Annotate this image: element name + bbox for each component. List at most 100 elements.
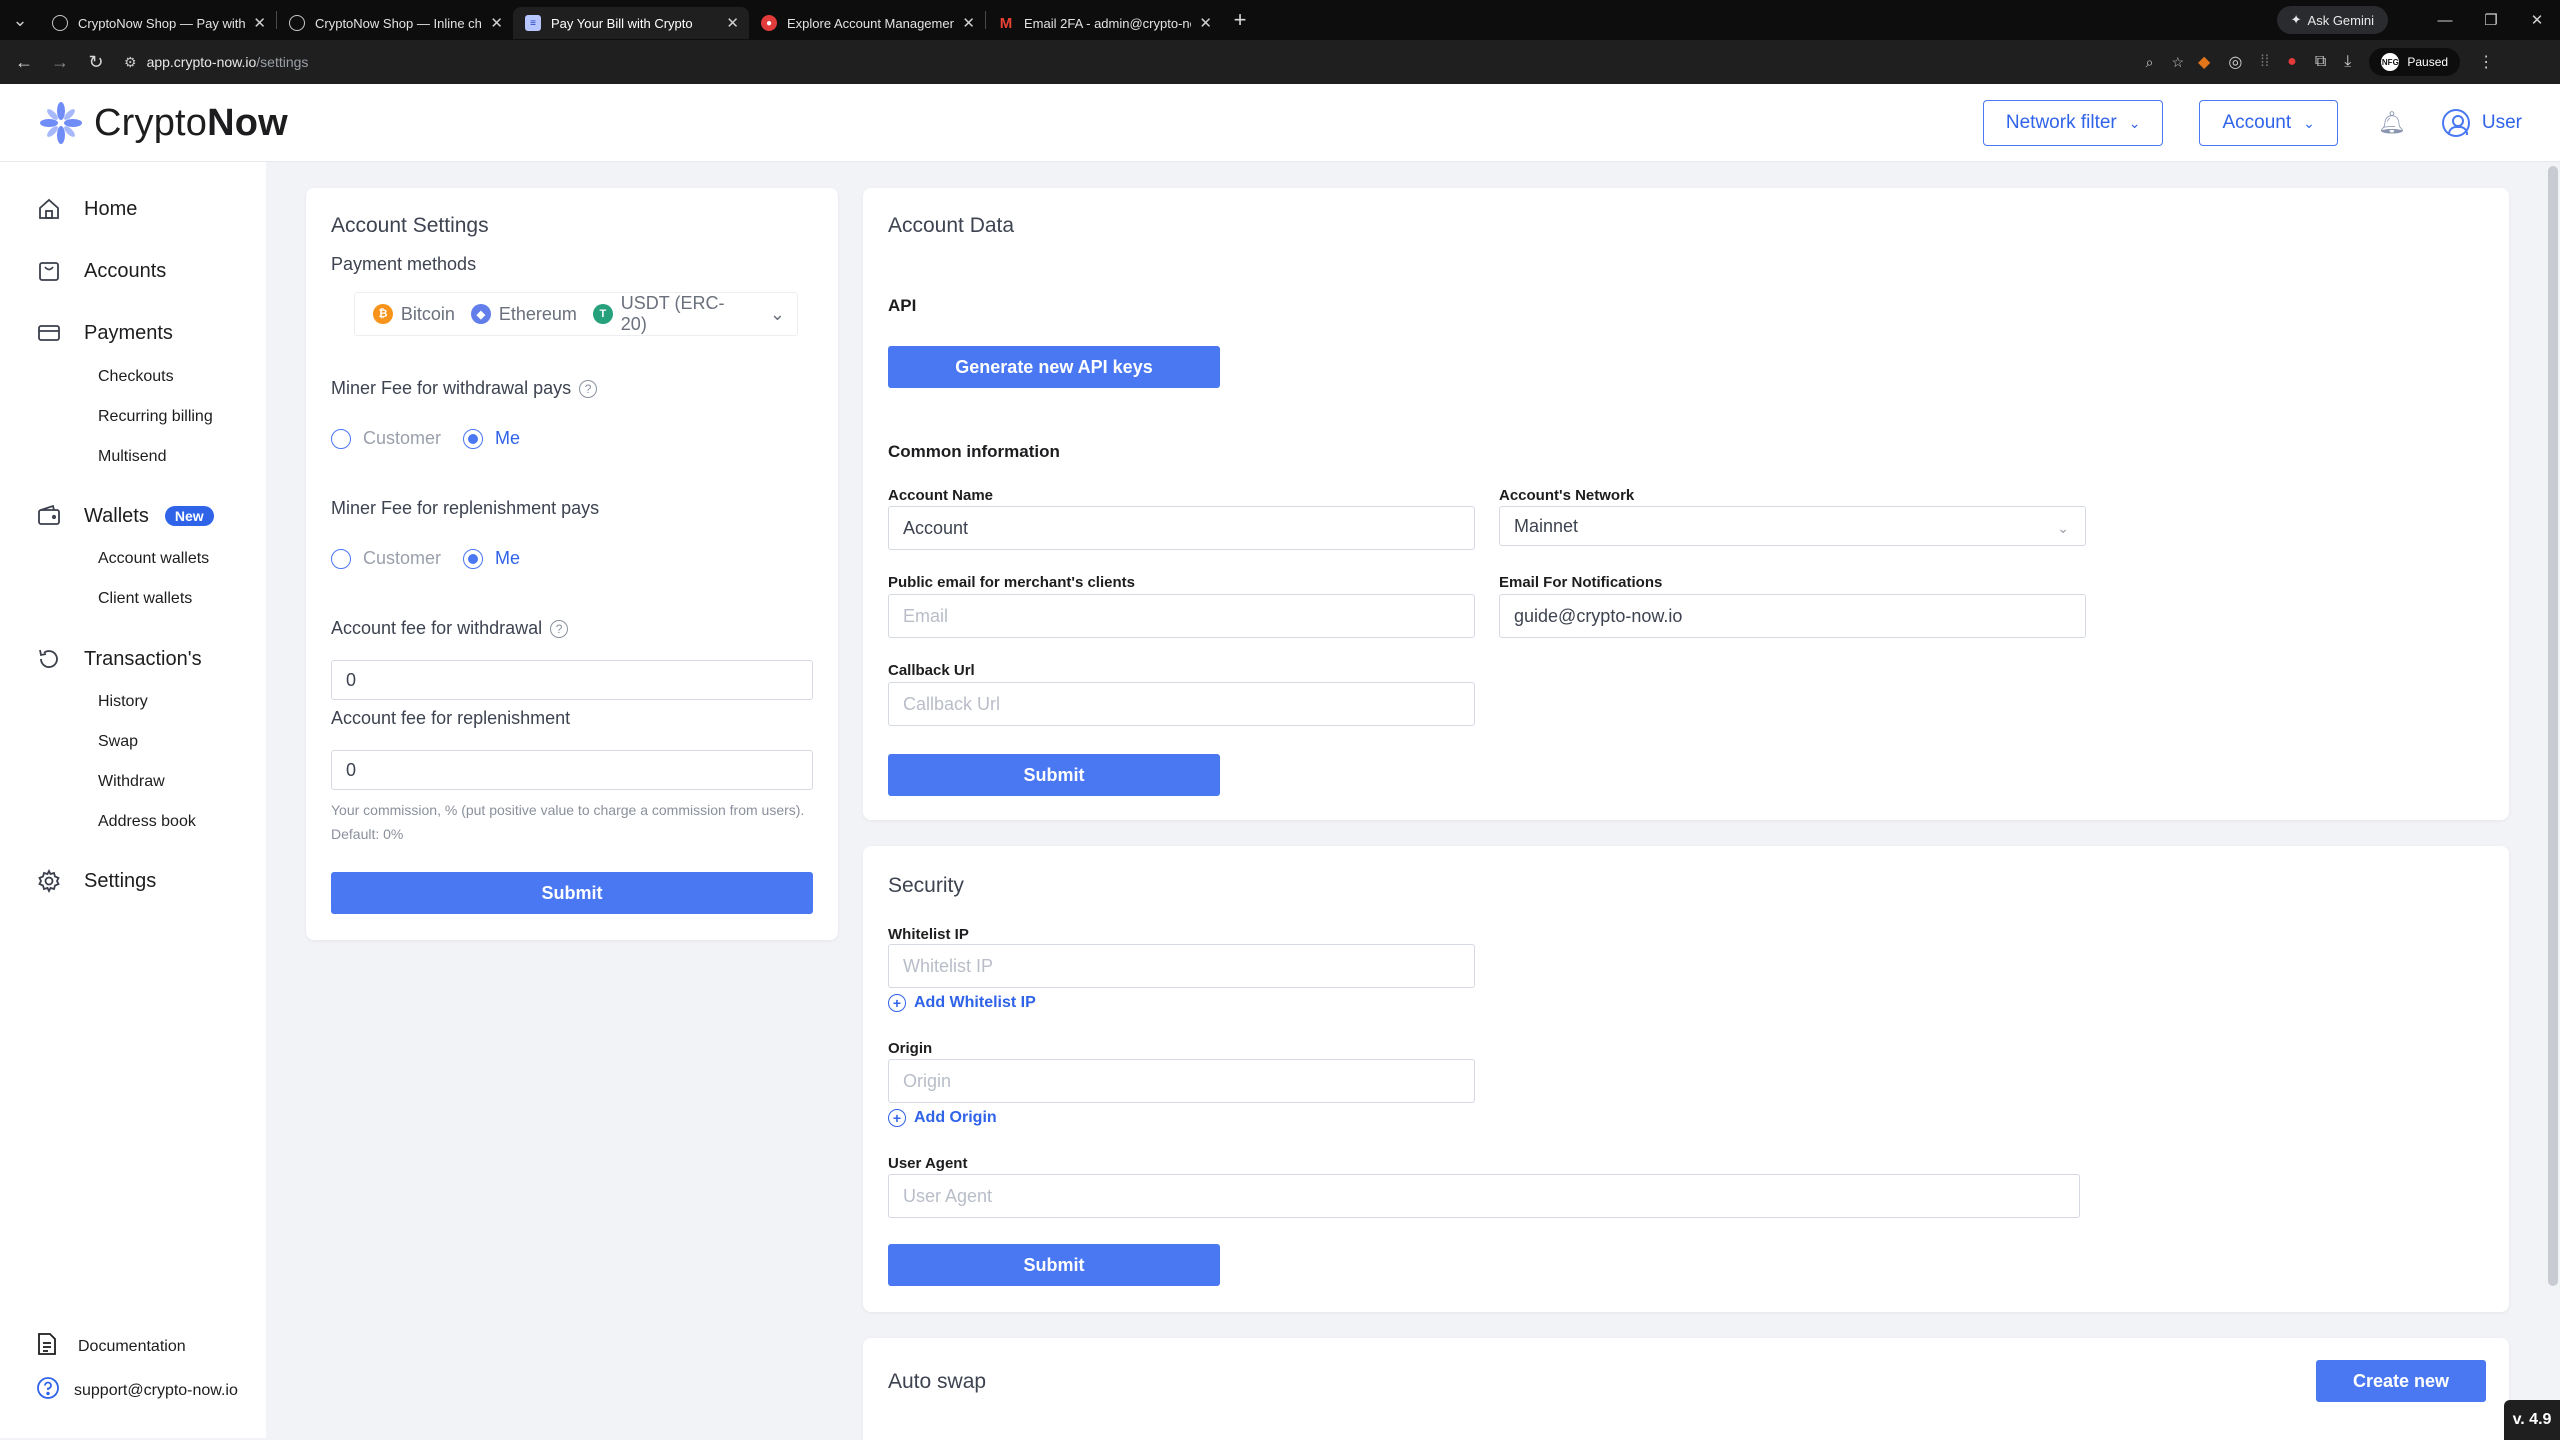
common-information-heading: Common information: [888, 442, 1060, 461]
sidebar-item-address-book[interactable]: Address book: [98, 813, 196, 831]
payment-methods-select[interactable]: ₿ Bitcoin ◆ Ethereum T USDT (ERC-20) ⌄: [354, 292, 798, 336]
help-icon[interactable]: ?: [579, 380, 598, 399]
profile-avatar: NFG: [2381, 53, 2400, 71]
brand-logo[interactable]: CryptoNow: [38, 100, 288, 146]
sidebar: Home Accounts Payments Checkouts Recurri…: [0, 162, 266, 1438]
back-icon[interactable]: ←: [6, 52, 42, 73]
whitelist-ip-input[interactable]: Whitelist IP: [888, 944, 1475, 988]
sidebar-item-history[interactable]: History: [98, 693, 148, 711]
sidebar-item-swap[interactable]: Swap: [98, 733, 138, 751]
close-tab-icon[interactable]: ✕: [490, 14, 503, 32]
browser-tab-3[interactable]: ≡ Pay Your Bill with Crypto ✕: [513, 7, 749, 39]
add-origin-link[interactable]: + Add Origin: [888, 1109, 997, 1127]
restore-icon[interactable]: ❐: [2468, 11, 2514, 29]
sidebar-item-checkouts[interactable]: Checkouts: [98, 368, 174, 386]
commission-hint: Your commission, % (put positive value t…: [331, 802, 805, 842]
page-scrollbar[interactable]: [2548, 166, 2558, 1286]
download-icon[interactable]: ⤓: [2344, 53, 2351, 71]
ask-gemini-button[interactable]: ✦ Ask Gemini: [2276, 6, 2388, 34]
bell-icon[interactable]: 🔔︎: [2378, 110, 2406, 136]
account-dropdown[interactable]: Account ⌄: [2199, 100, 2338, 146]
browser-tab-1[interactable]: CryptoNow Shop — Pay with cr ✕: [40, 7, 276, 39]
help-icon[interactable]: ?: [550, 620, 569, 639]
version-badge: v. 4.9: [2504, 1400, 2560, 1440]
bookmark-star-icon[interactable]: ☆: [2171, 54, 2184, 71]
documentation-link[interactable]: Documentation: [36, 1332, 186, 1361]
sidebar-item-home[interactable]: Home: [36, 196, 137, 222]
extension-icon[interactable]: ◎: [2228, 52, 2242, 72]
account-name-input[interactable]: Account: [888, 506, 1475, 550]
metamask-extension-icon[interactable]: ◆: [2198, 52, 2210, 72]
sidebar-item-settings[interactable]: Settings: [36, 868, 156, 894]
forward-icon[interactable]: →: [42, 52, 78, 73]
document-icon: [36, 1332, 58, 1361]
callback-url-input[interactable]: Callback Url: [888, 682, 1475, 726]
ask-gemini-label: Ask Gemini: [2307, 12, 2374, 28]
sidebar-item-accounts[interactable]: Accounts: [36, 258, 166, 284]
address-bar[interactable]: ⚙ app.crypto-now.io/settings ⌕ ☆: [124, 46, 2184, 78]
add-whitelist-ip-label: Add Whitelist IP: [914, 994, 1036, 1011]
close-window-icon[interactable]: ✕: [2514, 11, 2560, 29]
browser-menu-icon[interactable]: ⋮: [2478, 52, 2494, 72]
user-agent-input[interactable]: User Agent: [888, 1174, 2080, 1218]
sidebar-item-client-wallets[interactable]: Client wallets: [98, 590, 192, 608]
sidebar-item-multisend[interactable]: Multisend: [98, 448, 166, 466]
generate-api-keys-button[interactable]: Generate new API keys: [888, 346, 1220, 388]
account-data-submit-button[interactable]: Submit: [888, 754, 1220, 796]
bitcoin-icon: ₿: [373, 304, 393, 324]
notification-email-input[interactable]: guide@crypto-now.io: [1499, 594, 2086, 638]
user-menu[interactable]: User: [2441, 109, 2522, 137]
sidebar-item-wallets[interactable]: Wallets New: [36, 503, 214, 529]
replenishment-me-radio[interactable]: Me: [463, 548, 520, 569]
security-card: Security Whitelist IP Whitelist IP + Add…: [863, 846, 2509, 1312]
profile-button[interactable]: NFG Paused: [2369, 48, 2461, 76]
sidebar-item-account-wallets[interactable]: Account wallets: [98, 550, 209, 568]
chevron-down-icon: ⌄: [2303, 114, 2315, 131]
puzzle-extensions-icon[interactable]: ⧉: [2315, 53, 2326, 71]
create-new-button[interactable]: Create new: [2316, 1360, 2486, 1402]
account-network-select[interactable]: Mainnet ⌄: [1499, 506, 2086, 546]
browser-tab-5[interactable]: M Email 2FA - admin@crypto-now ✕: [986, 7, 1222, 39]
plus-circle-icon: +: [888, 994, 906, 1012]
sidebar-item-transactions[interactable]: Transaction's: [36, 646, 202, 672]
support-email-link[interactable]: support@crypto-now.io: [36, 1376, 238, 1405]
origin-label: Origin: [888, 1040, 933, 1057]
browser-tab-2[interactable]: CryptoNow Shop — Inline chec ✕: [277, 7, 513, 39]
account-settings-submit-button[interactable]: Submit: [331, 872, 813, 914]
withdrawal-me-radio[interactable]: Me: [463, 428, 520, 449]
new-tab-button[interactable]: +: [1222, 7, 1258, 33]
account-fee-withdrawal-text: Account fee for withdrawal: [331, 618, 543, 638]
documentation-label: Documentation: [78, 1337, 186, 1355]
globe-icon: [289, 15, 305, 31]
security-submit-button[interactable]: Submit: [888, 1244, 1220, 1286]
close-tab-icon[interactable]: ✕: [1199, 14, 1212, 32]
network-filter-dropdown[interactable]: Network filter ⌄: [1982, 100, 2164, 146]
extension-icons: ◆ ◎ ⁞⁞ ● ⧉ ⤓ NFG Paused ⋮: [2198, 48, 2494, 76]
minimize-icon[interactable]: —: [2422, 12, 2468, 29]
origin-input[interactable]: Origin: [888, 1059, 1475, 1103]
account-fee-replenishment-input[interactable]: 0: [331, 750, 813, 790]
public-email-label: Public email for merchant's clients: [888, 574, 1135, 591]
replenishment-customer-radio[interactable]: Customer: [331, 548, 441, 569]
browser-tab-4[interactable]: ● Explore Account Management ✕: [749, 7, 985, 39]
sidebar-item-payments[interactable]: Payments: [36, 320, 173, 346]
extension-icon[interactable]: ⁞⁞: [2260, 53, 2269, 71]
red-extension-icon[interactable]: ●: [2287, 53, 2297, 71]
public-email-input[interactable]: Email: [888, 594, 1475, 638]
site-info-icon[interactable]: ⚙: [124, 54, 137, 71]
close-tab-icon[interactable]: ✕: [253, 14, 266, 32]
zoom-icon[interactable]: ⌕: [2146, 54, 2154, 71]
home-icon: [36, 196, 62, 222]
withdrawal-customer-radio[interactable]: Customer: [331, 428, 441, 449]
support-email-label: support@crypto-now.io: [74, 1381, 238, 1399]
close-tab-icon[interactable]: ✕: [726, 14, 739, 32]
reload-icon[interactable]: ↻: [78, 52, 114, 73]
window-controls: ✦ Ask Gemini — ❐ ✕: [2276, 0, 2560, 40]
add-whitelist-ip-link[interactable]: + Add Whitelist IP: [888, 994, 1036, 1012]
account-fee-withdrawal-input[interactable]: 0: [331, 660, 813, 700]
tab-search-icon[interactable]: ⌄: [0, 0, 40, 40]
sidebar-item-recurring-billing[interactable]: Recurring billing: [98, 408, 213, 426]
close-tab-icon[interactable]: ✕: [962, 14, 975, 32]
tab-title: Explore Account Management: [787, 15, 955, 31]
sidebar-item-withdraw[interactable]: Withdraw: [98, 773, 165, 791]
